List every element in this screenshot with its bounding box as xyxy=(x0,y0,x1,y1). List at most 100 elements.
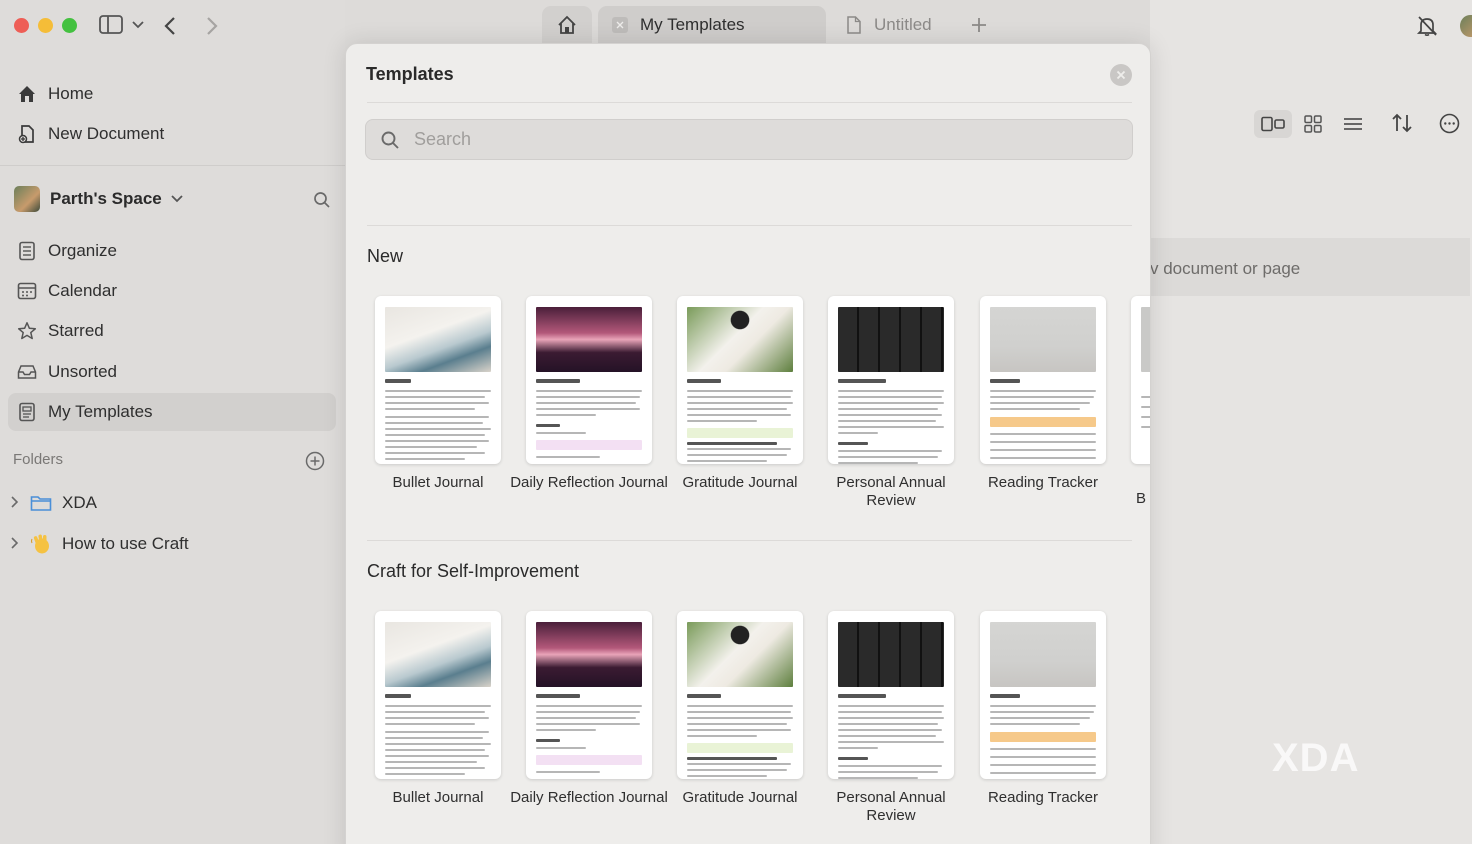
template-card-bullet-journal[interactable] xyxy=(375,296,501,464)
new-document-icon xyxy=(16,123,38,145)
doc-title-line xyxy=(838,379,886,383)
template-card-partial[interactable] xyxy=(1131,296,1150,464)
chevron-right-icon[interactable] xyxy=(10,495,24,511)
space-switcher[interactable]: Parth's Space xyxy=(14,186,184,212)
hint-text: v document or page xyxy=(1150,259,1301,278)
forward-arrow-icon[interactable] xyxy=(204,16,220,41)
template-label: Bullet Journal xyxy=(392,789,484,806)
sidebar-item-label: Home xyxy=(48,84,94,103)
star-icon xyxy=(16,320,38,342)
new-document-hint[interactable]: v document or page xyxy=(1150,238,1470,296)
notifications-muted-icon[interactable] xyxy=(1416,15,1438,42)
chevron-down-icon xyxy=(171,195,183,203)
sort-icon[interactable] xyxy=(1391,113,1413,138)
divider xyxy=(367,225,1132,226)
sidebar-item-my-templates[interactable]: My Templates xyxy=(8,393,336,431)
chevron-right-icon[interactable] xyxy=(10,536,24,552)
template-card-daily-reflection-journal[interactable] xyxy=(526,611,652,779)
template-card-personal-annual-review[interactable] xyxy=(828,611,954,779)
template-card-bullet-journal[interactable] xyxy=(375,611,501,779)
template-label: Reading Tracker xyxy=(987,474,1099,491)
close-window-button[interactable] xyxy=(14,18,29,33)
template-thumbnail xyxy=(687,622,793,687)
more-options-icon[interactable] xyxy=(1439,113,1460,139)
doc-title-line xyxy=(838,694,886,698)
close-tab-icon[interactable] xyxy=(612,17,628,33)
zoom-window-button[interactable] xyxy=(62,18,77,33)
sidebar-item-new-document[interactable]: New Document xyxy=(8,115,336,153)
document-icon xyxy=(847,16,861,34)
search-input[interactable] xyxy=(414,129,1114,150)
sidebar-item-home[interactable]: Home xyxy=(8,75,336,113)
space-name: Parth's Space xyxy=(50,189,162,208)
doc-title-line xyxy=(990,379,1020,383)
template-label: Personal Annual Review xyxy=(836,474,946,509)
home-icon xyxy=(558,15,576,34)
folder-icon xyxy=(30,494,52,512)
tab-my-templates[interactable]: My Templates xyxy=(598,6,826,44)
template-thumbnail xyxy=(1141,307,1150,372)
tab-label: My Templates xyxy=(640,15,745,34)
new-tab-button[interactable] xyxy=(964,6,994,44)
template-label: Daily Reflection Journal xyxy=(510,474,668,491)
tab-untitled[interactable]: Untitled xyxy=(832,6,950,44)
divider xyxy=(0,165,345,166)
modal-title: Templates xyxy=(366,64,454,84)
section-title-new: New xyxy=(367,246,404,266)
window-controls xyxy=(14,18,77,33)
folder-label: How to use Craft xyxy=(62,534,189,553)
xda-watermark: XDA xyxy=(1272,736,1360,780)
folders-heading: Folders xyxy=(13,451,64,468)
template-card-personal-annual-review[interactable] xyxy=(828,296,954,464)
tab-home[interactable] xyxy=(542,6,592,44)
doc-title-line xyxy=(536,694,580,698)
template-card-daily-reflection-journal[interactable] xyxy=(526,296,652,464)
close-icon xyxy=(1116,70,1126,80)
template-label: Gratitude Journal xyxy=(682,789,798,806)
template-card-gratitude-journal[interactable] xyxy=(677,296,803,464)
close-modal-button[interactable] xyxy=(1110,64,1132,86)
cards-view-icon xyxy=(1261,116,1285,132)
templates-icon xyxy=(16,401,38,423)
doc-title-line xyxy=(687,379,721,383)
add-folder-icon[interactable] xyxy=(305,451,325,476)
grid-view-icon[interactable] xyxy=(1303,114,1323,139)
sidebar-toggle-icon[interactable] xyxy=(99,14,125,41)
templates-modal: Templates New Bullet Journal Daily Refle… xyxy=(345,43,1151,844)
view-cards-button[interactable] xyxy=(1254,110,1292,138)
doc-title-line xyxy=(990,694,1020,698)
organize-icon xyxy=(16,240,38,262)
search-icon xyxy=(381,131,399,149)
waving-hand-icon xyxy=(30,533,52,555)
divider xyxy=(367,102,1132,103)
template-card-reading-tracker[interactable] xyxy=(980,611,1106,779)
chevron-down-icon[interactable] xyxy=(131,18,145,37)
template-thumbnail xyxy=(687,307,793,372)
avatar xyxy=(14,186,40,212)
template-card-reading-tracker[interactable] xyxy=(980,296,1106,464)
sidebar-item-organize[interactable]: Organize xyxy=(8,232,336,270)
sidebar-item-starred[interactable]: Starred xyxy=(8,312,336,350)
list-view-icon[interactable] xyxy=(1343,116,1363,137)
doc-title-line xyxy=(385,694,411,698)
minimize-window-button[interactable] xyxy=(38,18,53,33)
home-icon xyxy=(16,83,38,105)
template-thumbnail xyxy=(990,622,1096,687)
sidebar-item-calendar[interactable]: Calendar xyxy=(8,272,336,310)
sidebar-item-label: New Document xyxy=(48,124,165,143)
template-label: Personal Annual Review xyxy=(836,789,946,824)
tab-label: Untitled xyxy=(874,15,932,34)
template-thumbnail xyxy=(838,307,944,372)
back-arrow-icon[interactable] xyxy=(162,16,178,41)
sidebar-item-unsorted[interactable]: Unsorted xyxy=(8,353,336,391)
template-label: Daily Reflection Journal xyxy=(510,789,668,806)
template-search[interactable] xyxy=(365,119,1133,160)
template-label: Reading Tracker xyxy=(987,789,1099,806)
plus-icon xyxy=(972,18,986,32)
folder-item-how-to-use-craft[interactable]: How to use Craft xyxy=(10,533,189,555)
sidebar-item-label: Unsorted xyxy=(48,362,117,381)
search-icon[interactable] xyxy=(313,191,331,214)
doc-title-line xyxy=(385,379,411,383)
template-card-gratitude-journal[interactable] xyxy=(677,611,803,779)
folder-item-xda[interactable]: XDA xyxy=(10,493,97,513)
